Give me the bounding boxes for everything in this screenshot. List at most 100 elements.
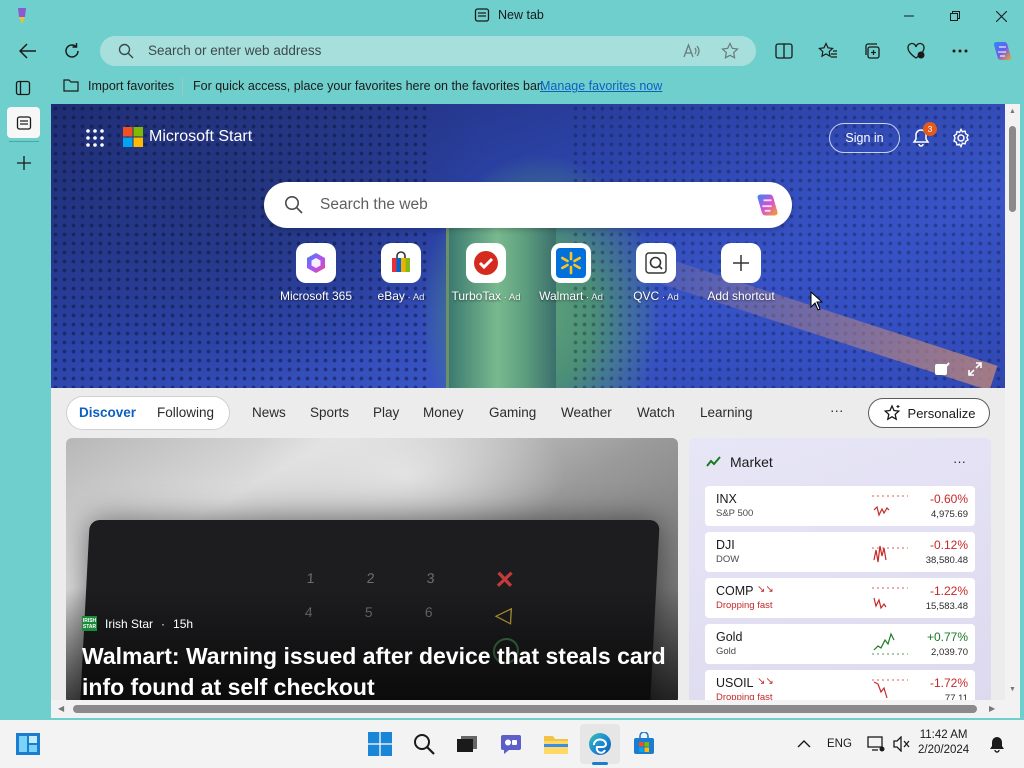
sign-in-button[interactable]: Sign in (829, 123, 900, 153)
profile-icon[interactable] (12, 6, 32, 26)
favorite-star-icon[interactable] (720, 41, 740, 61)
address-bar[interactable]: Search or enter web address (100, 36, 756, 66)
market-title[interactable]: Market (730, 454, 773, 470)
network-icon[interactable] (866, 734, 886, 754)
tab-money[interactable]: Money (423, 405, 464, 420)
refresh-button[interactable] (56, 35, 88, 67)
show-hidden-icons-chevron-up-icon[interactable] (794, 734, 814, 754)
top-story-card[interactable]: 123 456 ✕ ◁ IRISH STAR Irish Star · 15h … (66, 438, 678, 704)
microsoft-logo-icon (123, 127, 143, 147)
scroll-left-arrow-icon[interactable]: ◀ (58, 704, 64, 713)
story-headline[interactable]: Walmart: Warning issued after device tha… (82, 641, 672, 703)
market-row-inx[interactable]: INX S&P 500 -0.60% 4,975.69 (705, 486, 975, 526)
market-row-gold[interactable]: Gold Gold +0.77% 2,039.70 (705, 624, 975, 664)
page-settings-gear-icon[interactable] (949, 126, 973, 150)
source-separator: · (161, 616, 166, 631)
tab-discover[interactable]: Discover (79, 405, 136, 420)
minimize-button[interactable] (886, 0, 932, 32)
widgets-icon[interactable] (8, 724, 48, 764)
horizontal-scroll-thumb[interactable] (73, 705, 977, 713)
dropping-alert-icon: ↘↘ (757, 584, 774, 595)
file-explorer-icon[interactable] (536, 724, 576, 764)
browser-essentials-button[interactable] (900, 35, 932, 67)
collections-button[interactable] (856, 35, 888, 67)
taskbar-search-icon[interactable] (404, 724, 444, 764)
import-favorites-button[interactable]: Import favorites (88, 79, 174, 93)
notification-center-icon[interactable] (986, 734, 1008, 754)
tab-news[interactable]: News (252, 405, 286, 420)
volume-muted-icon[interactable] (891, 734, 911, 754)
plus-icon (721, 243, 761, 283)
tab-watch[interactable]: Watch (637, 405, 675, 420)
keypad-key: 1 (306, 570, 315, 586)
search-placeholder: Search the web (320, 196, 428, 213)
more-tabs-button[interactable]: ··· (830, 403, 844, 418)
shortcut-label: Walmart (539, 289, 584, 303)
tab-gaming[interactable]: Gaming (489, 405, 536, 420)
task-view-icon[interactable] (447, 724, 487, 764)
tab-actions-button[interactable] (10, 77, 36, 99)
personalize-button[interactable]: Personalize (868, 398, 990, 428)
shortcut-microsoft-365[interactable]: Microsoft 365 (274, 243, 358, 303)
tab-following[interactable]: Following (157, 405, 214, 420)
active-tab[interactable]: New tab (474, 7, 544, 23)
edge-browser-icon[interactable] (580, 724, 620, 764)
shortcut-label: Add shortcut (707, 289, 775, 303)
copilot-search-icon[interactable] (752, 191, 782, 219)
market-row-usoil[interactable]: USOIL ↘↘ Dropping fast -1.72% 77.11 (705, 670, 975, 704)
vertical-scroll-thumb[interactable] (1009, 126, 1016, 212)
market-row-dji[interactable]: DJI DOW -0.12% 38,580.48 (705, 532, 975, 572)
scroll-right-arrow-icon[interactable]: ▶ (989, 704, 995, 713)
search-icon (284, 195, 303, 214)
brand-logo[interactable]: Microsoft Start (123, 127, 252, 147)
shortcut-turbotax[interactable]: TurboTax · Ad (444, 243, 528, 303)
manage-favorites-link[interactable]: Manage favorites now (540, 79, 662, 93)
percent-change: -0.60% (929, 492, 968, 506)
story-source: IRISH STAR Irish Star · 15h (82, 616, 193, 631)
close-button[interactable] (978, 0, 1024, 32)
tab-learning[interactable]: Learning (700, 405, 753, 420)
page-viewport: Microsoft Start Sign in 3 Search the web… (51, 104, 1005, 718)
personalize-label: Personalize (907, 405, 976, 421)
read-aloud-icon[interactable] (682, 42, 702, 60)
add-shortcut-button[interactable]: Add shortcut (698, 243, 784, 303)
vertical-scrollbar[interactable]: ▲ ▼ (1005, 104, 1020, 718)
language-indicator[interactable]: ENG (827, 738, 852, 750)
expand-icon[interactable] (966, 360, 984, 378)
web-search-box[interactable]: Search the web (264, 182, 792, 228)
tab-sports[interactable]: Sports (310, 405, 349, 420)
split-screen-button[interactable] (768, 35, 800, 67)
tab-weather[interactable]: Weather (561, 405, 612, 420)
app-launcher-icon[interactable] (85, 128, 105, 148)
shortcut-ebay[interactable]: eBay · Ad (359, 243, 443, 303)
horizontal-scrollbar[interactable]: ◀ ▶ (51, 700, 1005, 718)
sparkline-down-icon (872, 545, 908, 563)
notification-badge: 3 (923, 122, 937, 136)
scroll-up-arrow-icon[interactable]: ▲ (1009, 108, 1016, 115)
edge-active-indicator (592, 762, 608, 765)
favorites-button[interactable] (812, 35, 844, 67)
teams-chat-icon[interactable] (491, 724, 531, 764)
shortcut-label: QVC (633, 289, 660, 303)
walmart-spark-icon (551, 243, 591, 283)
start-windows-icon[interactable] (360, 724, 400, 764)
microsoft-store-icon[interactable] (624, 724, 664, 764)
tab-play[interactable]: Play (373, 405, 399, 420)
restore-button[interactable] (932, 0, 978, 32)
shortcut-qvc[interactable]: QVC · Ad (614, 243, 698, 303)
source-name: Irish Star (105, 616, 154, 631)
market-more-button[interactable]: ··· (953, 454, 966, 469)
shortcut-walmart[interactable]: Walmart · Ad (529, 243, 613, 303)
scroll-down-arrow-icon[interactable]: ▼ (1009, 686, 1016, 693)
back-button[interactable] (12, 35, 44, 67)
keypad-key: 3 (426, 570, 435, 586)
system-clock[interactable]: 11:42 AM 2/20/2024 (918, 728, 969, 758)
sparkline-down-icon (872, 587, 908, 610)
customize-background-icon[interactable] (933, 360, 951, 378)
market-row-comp[interactable]: COMP ↘↘ Dropping fast -1.22% 15,583.48 (705, 578, 975, 618)
vertical-tab-new-tab[interactable] (7, 107, 40, 138)
price: 15,583.48 (925, 601, 968, 612)
settings-and-more-button[interactable] (944, 35, 976, 67)
new-tab-button[interactable] (11, 150, 37, 176)
copilot-button[interactable] (986, 35, 1018, 67)
